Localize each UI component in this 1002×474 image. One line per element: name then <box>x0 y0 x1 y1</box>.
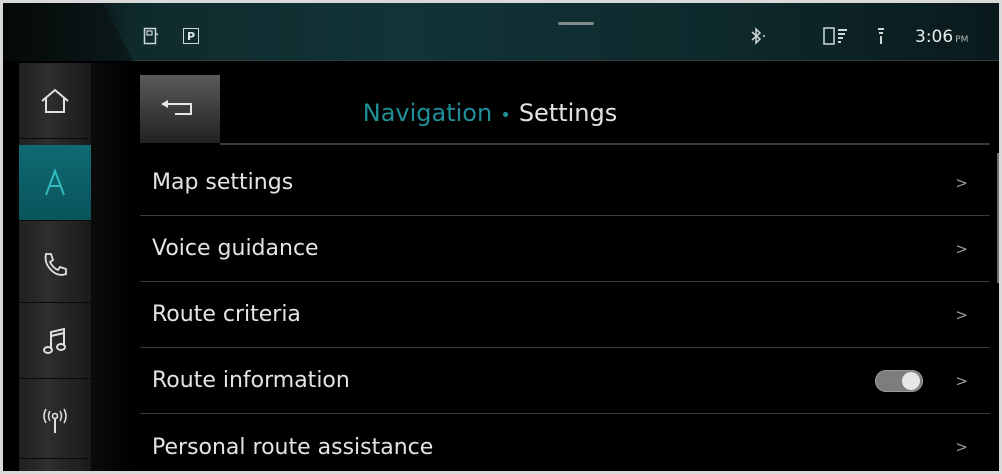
chevron-right-icon: > <box>955 173 968 192</box>
list-item-voice-guidance[interactable]: Voice guidance > <box>140 216 990 282</box>
route-information-toggle[interactable] <box>875 369 923 392</box>
home-icon <box>41 88 69 113</box>
chevron-right-icon: > <box>955 239 968 258</box>
clock: 3:06 PM <box>915 27 968 47</box>
navigation-icon <box>45 167 65 195</box>
bluetooth-icon <box>749 27 767 45</box>
list-item-label: Voice guidance <box>152 236 319 261</box>
breadcrumb-section: Navigation <box>362 99 493 127</box>
rail-item-phone[interactable] <box>19 227 91 303</box>
antenna-icon <box>43 408 67 433</box>
rail-item-radio[interactable] <box>19 383 91 459</box>
header-divider <box>220 143 990 145</box>
pull-down-handle[interactable] <box>558 22 594 25</box>
back-arrow-icon <box>161 100 192 115</box>
list-item-route-criteria[interactable]: Route criteria > <box>140 282 990 348</box>
clock-time: 3:06 <box>915 27 954 47</box>
music-note-icon <box>43 327 66 354</box>
scrollbar[interactable] <box>997 153 999 283</box>
back-button[interactable] <box>140 75 220 143</box>
phone-battery-icon <box>823 27 849 45</box>
list-item-label: Map settings <box>152 170 294 195</box>
list-item-label: Personal route assistance <box>152 434 434 460</box>
main-menu-rail <box>19 63 91 471</box>
park-icon: P <box>183 28 199 44</box>
status-bar: P 3:06 PM <box>3 3 999 61</box>
list-item-route-information[interactable]: Route information > <box>140 348 990 414</box>
page-title: Navigation • Settings <box>220 99 760 127</box>
clock-suffix: PM <box>955 35 969 45</box>
vehicle-icon <box>143 27 159 45</box>
breadcrumb-separator: • <box>500 105 511 126</box>
rail-shade <box>91 63 135 471</box>
settings-list: Map settings > Voice guidance > Route cr… <box>140 150 990 471</box>
rail-item-navigation[interactable] <box>19 145 91 221</box>
rail-item-media[interactable] <box>19 303 91 379</box>
chevron-right-icon: > <box>955 438 968 456</box>
list-item-personal-route-assistance[interactable]: Personal route assistance > <box>140 414 990 471</box>
status-bar-corner <box>3 3 133 61</box>
list-item-map-settings[interactable]: Map settings > <box>140 150 990 216</box>
rail-item-home[interactable] <box>19 63 91 139</box>
signal-icon <box>876 27 886 45</box>
list-item-label: Route criteria <box>152 302 301 327</box>
infotainment-screen: P 3:06 PM Navigation • Settings Map sett… <box>0 0 1002 474</box>
chevron-right-icon: > <box>955 371 968 390</box>
chevron-right-icon: > <box>955 305 968 324</box>
list-item-label: Route information <box>152 368 350 393</box>
breadcrumb-page: Settings <box>518 99 618 127</box>
phone-icon <box>44 252 67 276</box>
